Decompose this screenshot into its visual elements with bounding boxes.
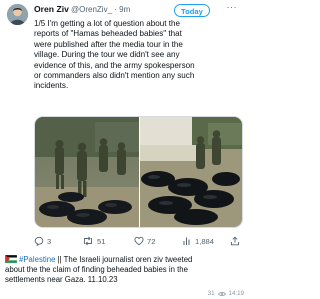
retweet-button[interactable]: 51: [82, 236, 105, 246]
reply-count: 3: [47, 236, 52, 246]
view-count: 1,884: [195, 236, 215, 246]
palestine-flag-icon: [5, 255, 17, 263]
like-button[interactable]: 72: [134, 236, 155, 246]
tweet-text-line: were published after the media tour in t…: [34, 39, 183, 49]
share-icon: [231, 236, 239, 246]
tweet-text-line: evidence of this, and the army spokesper…: [34, 60, 195, 70]
tweet-media[interactable]: [34, 116, 243, 228]
views-chart-icon: [183, 237, 190, 245]
share-button[interactable]: [230, 236, 240, 246]
tweet-text-line: reports of "Hamas beheaded babies" that: [34, 29, 182, 39]
channel-message: #Palestine || The Israeli journalist ore…: [5, 255, 245, 286]
tweet-text-line: or commanders also didn't mention any su…: [34, 71, 195, 81]
tweet-text-line: village. During the tour we didn't see a…: [34, 50, 180, 60]
avatar[interactable]: [7, 4, 28, 25]
tweet-text: 1/5 I'm getting a lot of question about …: [34, 19, 244, 92]
tweet-card: Oren Ziv @OrenZiv_ · 9m Today ··· 1/5 I'…: [0, 0, 250, 299]
like-count: 72: [147, 236, 156, 246]
eye-icon: [217, 291, 226, 296]
reply-icon: [34, 236, 44, 246]
reply-button[interactable]: 3: [34, 236, 51, 246]
message-view-count: 31: [207, 290, 215, 297]
hashtag-link[interactable]: #Palestine: [19, 255, 55, 264]
more-options-icon[interactable]: ···: [227, 2, 238, 12]
tweet-actions: 3 51 72 1,884: [34, 236, 244, 248]
photo-body-bags[interactable]: [140, 117, 242, 227]
tweet-text-line: 1/5 I'm getting a lot of question about …: [34, 19, 180, 28]
today-badge: Today: [174, 4, 210, 17]
retweet-count: 51: [97, 236, 106, 246]
heart-icon: [134, 236, 144, 246]
retweet-icon: [84, 236, 92, 246]
message-line-3: settlements near Gaza. 11.10.23: [5, 275, 118, 285]
tweet-header: Oren Ziv @OrenZiv_ · 9m Today ···: [34, 2, 244, 18]
message-meta: 31 14:19: [208, 290, 244, 297]
author-handle-time[interactable]: @OrenZiv_ · 9m: [71, 5, 130, 14]
message-line-2: about the the claim of finding beheaded …: [5, 265, 188, 275]
message-line-1: || The Israeli journalist oren ziv tweet…: [55, 255, 193, 264]
author-name[interactable]: Oren Ziv: [34, 4, 69, 14]
views-button[interactable]: 1,884: [182, 236, 214, 246]
message-time: 14:19: [228, 290, 244, 297]
tweet-text-line: incidents.: [34, 81, 69, 91]
photo-soldiers[interactable]: [35, 117, 139, 227]
